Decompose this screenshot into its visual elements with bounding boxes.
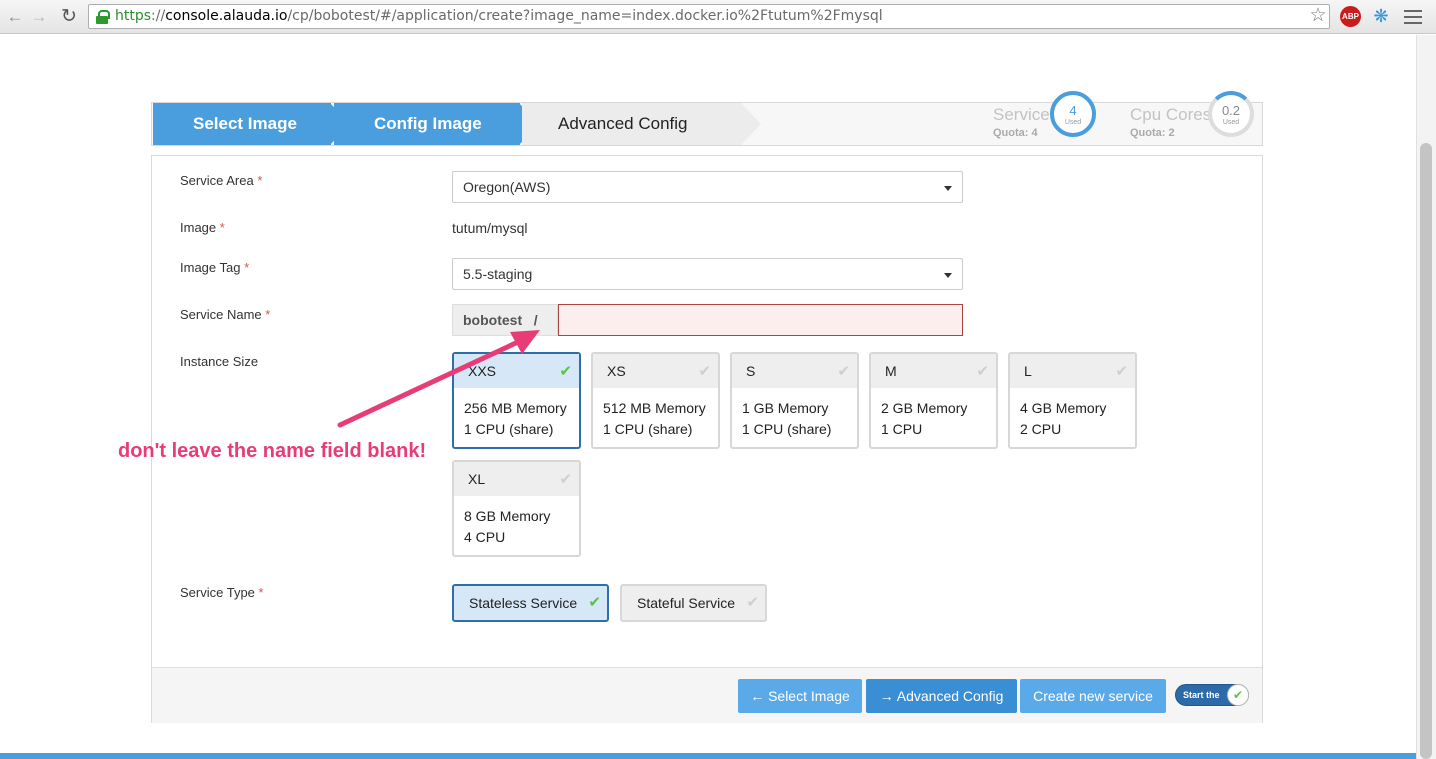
url-scheme: https — [115, 8, 152, 24]
address-bar[interactable]: https://console.alauda.io/cp/bobotest/#/… — [88, 4, 1330, 29]
step-config-image[interactable]: Config Image — [334, 103, 520, 145]
size-memory: 4 GB Memory — [1020, 400, 1107, 416]
check-icon: ✔ — [976, 363, 989, 380]
check-icon: ✔ — [837, 363, 850, 380]
size-cpu: 1 CPU — [881, 421, 923, 437]
instance-size-label: Instance Size — [180, 354, 259, 369]
size-cpu: 1 CPU (share) — [603, 421, 693, 437]
cpu-quota-label: Cpu Cores — [1130, 105, 1212, 124]
cpu-used-label: Used — [1222, 119, 1240, 126]
size-memory: 256 MB Memory — [464, 400, 567, 416]
image-tag-value: 5.5-staging — [463, 266, 533, 282]
url-separator: :// — [151, 8, 166, 24]
size-cpu: 4 CPU — [464, 529, 506, 545]
url-path: /cp/bobotest/#/application/create?image_… — [287, 8, 883, 24]
size-memory: 8 GB Memory — [464, 508, 551, 524]
size-cpu: 1 CPU (share) — [464, 421, 554, 437]
bottom-accent-bar — [0, 753, 1416, 759]
service-quota-total: Quota: 4 — [993, 127, 1038, 139]
service-name-prefix: bobotest / — [452, 304, 558, 336]
size-memory: 512 MB Memory — [603, 400, 706, 416]
form-footer: ← Select Image → Advanced Config Create … — [152, 667, 1262, 723]
next-advanced-config-button[interactable]: → Advanced Config — [866, 679, 1017, 713]
image-tag-label: Image Tag * — [180, 260, 250, 275]
adblock-icon[interactable]: ABP — [1340, 6, 1361, 27]
check-icon: ✔ — [698, 363, 711, 380]
bookmark-star-icon[interactable]: ☆ — [1307, 5, 1329, 27]
size-option-xxs[interactable]: XXS ✔ 256 MB Memory 1 CPU (share) — [452, 352, 581, 449]
lock-icon — [96, 10, 110, 24]
size-option-s[interactable]: S ✔ 1 GB Memory 1 CPU (share) — [730, 352, 859, 449]
service-used-label: Used — [1064, 119, 1082, 126]
service-type-name: Stateless Service — [469, 595, 578, 611]
size-option-xs[interactable]: XS ✔ 512 MB Memory 1 CPU (share) — [591, 352, 720, 449]
create-service-button[interactable]: Create new service — [1020, 679, 1166, 713]
page-scrollbar[interactable] — [1416, 35, 1436, 759]
service-area-label: Service Area * — [180, 173, 263, 188]
image-value: tutum/mysql — [452, 220, 528, 236]
forward-arrow-icon[interactable]: → — [28, 6, 50, 28]
service-type-stateful[interactable]: Stateful Service ✔ — [620, 584, 767, 622]
size-option-l[interactable]: L ✔ 4 GB Memory 2 CPU — [1008, 352, 1137, 449]
caret-down-icon — [944, 273, 952, 278]
menu-icon[interactable] — [1404, 10, 1422, 24]
start-toggle[interactable]: Start the ✔ — [1175, 684, 1249, 706]
service-usage-ring: 4 Used — [1050, 91, 1096, 137]
check-icon: ✔ — [746, 594, 759, 611]
cpu-quota-total: Quota: 2 — [1130, 127, 1175, 139]
service-area-value: Oregon(AWS) — [463, 179, 551, 195]
service-type-label: Service Type * — [180, 585, 264, 600]
back-arrow-icon[interactable]: ← — [4, 6, 26, 28]
size-option-m[interactable]: M ✔ 2 GB Memory 1 CPU — [869, 352, 998, 449]
service-name-label: Service Name * — [180, 307, 271, 322]
scrollbar-thumb[interactable] — [1420, 143, 1432, 759]
size-memory: 2 GB Memory — [881, 400, 968, 416]
check-icon: ✔ — [1227, 684, 1249, 706]
reload-icon[interactable]: ↻ — [58, 6, 80, 28]
extension-icon[interactable]: ❋ — [1370, 5, 1392, 27]
step-arrow — [741, 103, 761, 145]
cpu-usage-ring: 0.2 Used — [1208, 91, 1254, 137]
size-cpu: 1 CPU (share) — [742, 421, 832, 437]
service-used-value: 4 — [1069, 103, 1077, 118]
image-tag-select[interactable]: 5.5-staging — [452, 258, 963, 290]
check-icon: ✔ — [559, 471, 572, 488]
service-area-select[interactable]: Oregon(AWS) — [452, 171, 963, 203]
wizard-steps: Select Image Config Image Advanced Confi… — [151, 91, 1263, 146]
service-quota-label: Service — [993, 105, 1050, 124]
check-icon: ✔ — [588, 594, 601, 611]
cpu-used-value: 0.2 — [1221, 103, 1241, 118]
step-select-image[interactable]: Select Image — [153, 103, 331, 145]
url-host: console.alauda.io — [165, 8, 288, 24]
annotation-text: don't leave the name field blank! — [118, 440, 427, 462]
check-icon: ✔ — [559, 363, 572, 380]
size-memory: 1 GB Memory — [742, 400, 829, 416]
image-label: Image * — [180, 220, 225, 235]
size-cpu: 2 CPU — [1020, 421, 1062, 437]
back-select-image-button[interactable]: ← Select Image — [738, 679, 862, 713]
service-type-stateless[interactable]: Stateless Service ✔ — [452, 584, 609, 622]
step-advanced-config[interactable]: Advanced Config — [522, 103, 742, 145]
service-type-name: Stateful Service — [637, 595, 736, 611]
browser-toolbar: ← → ↻ https://console.alauda.io/cp/bobot… — [0, 0, 1436, 34]
check-icon: ✔ — [1115, 363, 1128, 380]
start-toggle-label: Start the — [1183, 690, 1220, 700]
size-option-xl[interactable]: XL ✔ 8 GB Memory 4 CPU — [452, 460, 581, 557]
config-form: Service Area * Oregon(AWS) Image * tutum… — [151, 155, 1263, 723]
caret-down-icon — [944, 186, 952, 191]
service-name-input[interactable] — [558, 304, 963, 336]
